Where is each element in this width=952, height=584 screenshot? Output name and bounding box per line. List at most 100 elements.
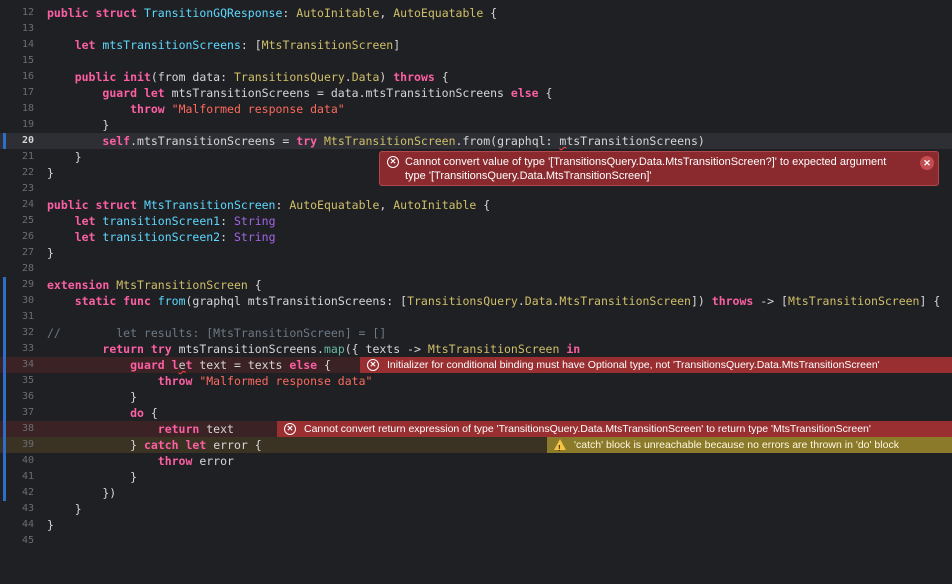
line-number: 36 [21, 391, 34, 402]
code-text: self.mtsTransitionScreens = try MtsTrans… [102, 134, 705, 148]
line-number: 28 [21, 263, 34, 274]
line-number: 23 [21, 183, 34, 194]
code-line-20[interactable]: 20 self.mtsTransitionScreens = try MtsTr… [0, 133, 952, 149]
code-line-17[interactable]: 17 guard let mtsTransitionScreens = data… [0, 85, 952, 101]
error-circle-icon: ✕ [367, 359, 379, 371]
code-line-31[interactable]: 31 [0, 309, 952, 325]
line-number: 40 [21, 455, 34, 466]
line-number: 32 [21, 327, 34, 338]
code-line-12[interactable]: 12 public struct TransitionGQResponse: Au… [0, 5, 952, 21]
warning-badge-text: 'catch' block is unreachable because no … [574, 439, 899, 451]
code-line-13[interactable]: 13 [0, 21, 952, 37]
code-text: } [47, 246, 54, 260]
line-number: 38 [21, 423, 34, 434]
line-number: 44 [21, 519, 34, 530]
code-line-35[interactable]: 35 throw "Malformed response data" [0, 373, 952, 389]
code-text: return try mtsTransitionScreens.map({ te… [102, 342, 581, 356]
warning-badge-line-39[interactable]: ! 'catch' block is unreachable because n… [547, 437, 952, 453]
line-number: 35 [21, 375, 34, 386]
line-number: 15 [21, 55, 34, 66]
code-line-16[interactable]: 16 public init(from data: TransitionsQue… [0, 69, 952, 85]
code-line-32[interactable]: 32 // let results: [MtsTransitionScreen] … [0, 325, 952, 341]
code-line-28[interactable]: 28 [0, 261, 952, 277]
code-line-29[interactable]: 29 extension MtsTransitionScreen { [0, 277, 952, 293]
line-number: 29 [21, 279, 34, 290]
warning-triangle-icon: ! [554, 439, 566, 453]
code-text: // let results: [MtsTransitionScreen] = … [47, 326, 387, 340]
code-text: public init(from data: TransitionsQuery.… [74, 70, 449, 84]
error-badge-line-38[interactable]: ✕ Cannot convert return expression of ty… [277, 421, 952, 437]
code-line-44[interactable]: 44} [0, 517, 952, 533]
code-line-45[interactable]: 45 [0, 533, 952, 549]
line-number: 12 [21, 7, 34, 18]
line-number: 41 [21, 471, 34, 482]
code-line-14[interactable]: 14 let mtsTransitionScreens: [MtsTransit… [0, 37, 952, 53]
code-text: throw "Malformed response data" [130, 102, 345, 116]
line-number: 22 [21, 167, 34, 178]
line-number: 39 [21, 439, 34, 450]
code-text: } catch let error { [47, 438, 262, 452]
code-line-19[interactable]: 19 } [0, 117, 952, 133]
code-text: let transitionScreen2: String [74, 230, 276, 244]
code-line-26[interactable]: 26 let transitionScreen2: String [0, 229, 952, 245]
error-badge-text: Initializer for conditional binding must… [387, 359, 880, 371]
code-text: } [47, 518, 54, 532]
line-number: 34 [21, 359, 34, 370]
line-number: 19 [21, 119, 34, 130]
code-line-27[interactable]: 27} [0, 245, 952, 261]
line-number: 31 [21, 311, 34, 322]
line-number: 21 [21, 151, 34, 162]
line-number: 25 [21, 215, 34, 226]
code-text: throw error [157, 454, 234, 468]
line-number: 27 [21, 247, 34, 258]
code-text: } [47, 150, 82, 164]
code-text: extension MtsTransitionScreen { [47, 278, 262, 292]
line-number: 16 [21, 71, 34, 82]
code-text: }) [47, 486, 117, 500]
error-badge-line-34[interactable]: ✕ Initializer for conditional binding mu… [360, 357, 952, 373]
error-popup: ✕ Cannot convert value of type '[Transit… [379, 151, 939, 186]
line-number: 45 [21, 535, 34, 546]
code-line-36[interactable]: 36 } [0, 389, 952, 405]
code-line-15[interactable]: 15 [0, 53, 952, 69]
line-number: 26 [21, 231, 34, 242]
code-text: throw "Malformed response data" [157, 374, 373, 388]
code-text: let mtsTransitionScreens: [MtsTransition… [74, 38, 401, 52]
error-popup-message: Cannot convert value of type '[Transitio… [405, 156, 887, 182]
line-number: 30 [21, 295, 34, 306]
code-line-30[interactable]: 30 static func from(graphql mtsTransitio… [0, 293, 952, 309]
code-line-40[interactable]: 40 throw error [0, 453, 952, 469]
code-text: } [47, 390, 138, 404]
code-line-18[interactable]: 18 throw "Malformed response data" [0, 101, 952, 117]
code-line-43[interactable]: 43 } [0, 501, 952, 517]
code-text: do { [130, 406, 158, 420]
line-number: 37 [21, 407, 34, 418]
code-text: guard let mtsTransitionScreens = data.mt… [102, 86, 553, 100]
code-text: return text [157, 422, 234, 436]
code-line-25[interactable]: 25 let transitionScreen1: String [0, 213, 952, 229]
code-text: public struct TransitionGQResponse: Auto… [47, 6, 498, 20]
line-number: 14 [21, 39, 34, 50]
code-line-24[interactable]: 24 public struct MtsTransitionScreen: Aut… [0, 197, 952, 213]
error-circle-icon: ✕ [387, 156, 399, 168]
code-line-42[interactable]: 42 }) [0, 485, 952, 501]
line-number: 13 [21, 23, 34, 34]
line-number: 33 [21, 343, 34, 354]
code-text: } [47, 118, 110, 132]
line-number: 20 [21, 135, 34, 146]
code-line-33[interactable]: 33 return try mtsTransitionScreens.map({… [0, 341, 952, 357]
line-number: 24 [21, 199, 34, 210]
code-text: } [47, 470, 138, 484]
error-circle-icon: ✕ [284, 423, 296, 435]
code-line-41[interactable]: 41 } [0, 469, 952, 485]
close-icon[interactable]: ✕ [920, 156, 934, 170]
code-text: } [47, 502, 82, 516]
code-text: let transitionScreen1: String [74, 214, 276, 228]
error-badge-text: Cannot convert return expression of type… [304, 423, 871, 435]
line-number: 42 [21, 487, 34, 498]
code-text: static func from(graphql mtsTransitionSc… [74, 294, 941, 308]
code-line-37[interactable]: 37 do { [0, 405, 952, 421]
code-text: public struct MtsTransitionScreen: AutoE… [47, 198, 491, 212]
line-number: 18 [21, 103, 34, 114]
code-editor[interactable]: 12 public struct TransitionGQResponse: Au… [0, 0, 952, 584]
